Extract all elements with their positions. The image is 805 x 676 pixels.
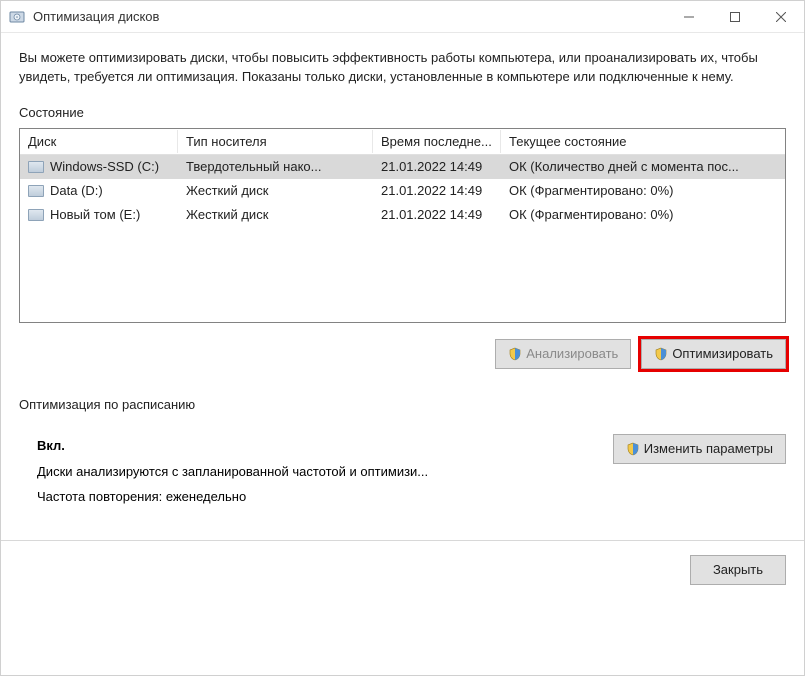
titlebar: Оптимизация дисков (1, 1, 804, 33)
shield-icon (654, 347, 668, 361)
table-row[interactable]: Новый том (E:) Жесткий диск21.01.2022 14:… (20, 203, 785, 227)
close-button[interactable]: Закрыть (690, 555, 786, 585)
schedule-status: Вкл. (37, 434, 428, 459)
drive-status: ОК (Фрагментировано: 0%) (501, 181, 785, 200)
maximize-button[interactable] (712, 1, 758, 33)
drive-last-run: 21.01.2022 14:49 (373, 157, 501, 176)
table-row[interactable]: Data (D:) Жесткий диск21.01.2022 14:49ОК … (20, 179, 785, 203)
drive-name: Windows-SSD (C:) (50, 159, 159, 174)
optimize-button-label: Оптимизировать (672, 346, 773, 361)
drive-status: ОК (Количество дней с момента пос... (501, 157, 785, 176)
drive-media: Жесткий диск (178, 205, 373, 224)
close-window-button[interactable] (758, 1, 804, 33)
drive-media: Твердотельный нако... (178, 157, 373, 176)
drive-icon (28, 161, 44, 173)
shield-icon (508, 347, 522, 361)
change-settings-button[interactable]: Изменить параметры (613, 434, 786, 464)
window-title: Оптимизация дисков (33, 9, 666, 24)
drive-status: ОК (Фрагментировано: 0%) (501, 205, 785, 224)
optimize-button[interactable]: Оптимизировать (641, 339, 786, 369)
analyze-button[interactable]: Анализировать (495, 339, 631, 369)
drive-icon (28, 185, 44, 197)
app-icon (9, 9, 25, 25)
schedule-description: Диски анализируются с запланированной ча… (37, 460, 428, 485)
list-header: Диск Тип носителя Время последне... Теку… (20, 129, 785, 155)
window-controls (666, 1, 804, 33)
shield-icon (626, 442, 640, 456)
drive-media: Жесткий диск (178, 181, 373, 200)
drive-name: Новый том (E:) (50, 207, 140, 222)
drive-last-run: 21.01.2022 14:49 (373, 205, 501, 224)
col-header-last[interactable]: Время последне... (373, 130, 501, 153)
close-button-label: Закрыть (713, 562, 763, 577)
change-settings-label: Изменить параметры (644, 441, 773, 456)
col-header-disk[interactable]: Диск (20, 130, 178, 153)
schedule-frequency: Частота повторения: еженедельно (37, 485, 428, 510)
drive-last-run: 21.01.2022 14:49 (373, 181, 501, 200)
drive-list[interactable]: Диск Тип носителя Время последне... Теку… (19, 128, 786, 323)
schedule-label: Оптимизация по расписанию (19, 397, 786, 412)
col-header-media[interactable]: Тип носителя (178, 130, 373, 153)
drive-icon (28, 209, 44, 221)
state-label: Состояние (19, 105, 786, 120)
col-header-status[interactable]: Текущее состояние (501, 130, 785, 153)
table-row[interactable]: Windows-SSD (C:) Твердотельный нако...21.… (20, 155, 785, 179)
intro-text: Вы можете оптимизировать диски, чтобы по… (19, 49, 786, 87)
minimize-button[interactable] (666, 1, 712, 33)
analyze-button-label: Анализировать (526, 346, 618, 361)
drive-name: Data (D:) (50, 183, 103, 198)
